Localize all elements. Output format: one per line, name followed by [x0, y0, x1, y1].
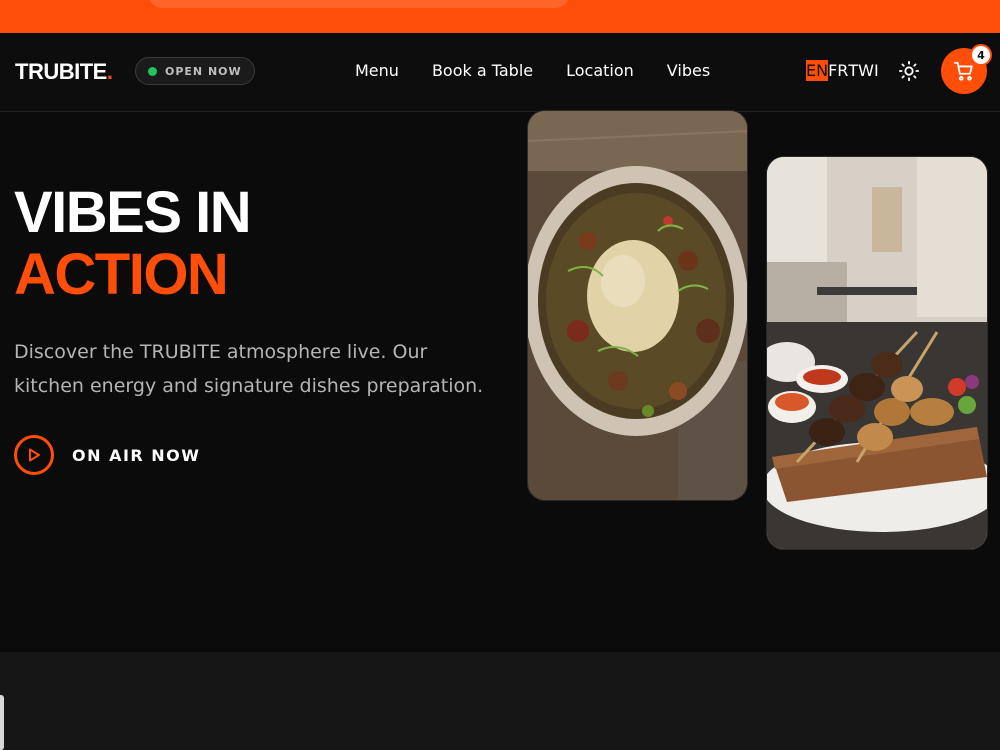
banner-pill	[148, 0, 570, 8]
top-navigation: TRUBITE. OPEN NOW Menu Book a Table Loca…	[0, 33, 1000, 112]
food-image-soup-bowl	[527, 110, 748, 501]
promo-banner	[0, 0, 1000, 33]
brand-name: TRUBITE	[15, 59, 107, 84]
on-air-label: ON AIR NOW	[72, 445, 201, 465]
skewers-illustration	[767, 157, 987, 549]
language-option-en[interactable]: EN	[806, 60, 829, 81]
status-dot-icon	[148, 66, 157, 76]
hero-title-line1: VIBES IN	[14, 180, 252, 245]
nav-link-book-table[interactable]: Book a Table	[432, 61, 533, 80]
nav-link-location[interactable]: Location	[566, 61, 634, 80]
open-status-badge: OPEN NOW	[135, 57, 255, 85]
soup-bowl-illustration	[528, 111, 747, 500]
next-section	[0, 652, 1000, 750]
scroll-handle[interactable]	[0, 695, 4, 750]
food-image-skewers	[766, 156, 988, 550]
language-switcher: EN FR TWI	[806, 60, 879, 81]
language-option-twi[interactable]: TWI	[848, 60, 878, 81]
hero-description: Discover the TRUBITE atmosphere live. Ou…	[14, 341, 484, 397]
brand-logo[interactable]: TRUBITE.	[15, 59, 113, 85]
cart-icon	[953, 61, 973, 81]
sun-icon[interactable]	[898, 60, 920, 82]
cart-count-badge: 4	[970, 44, 992, 66]
brand-dot: .	[106, 59, 113, 84]
hero-title: VIBES IN ACTION	[14, 180, 252, 307]
play-icon	[29, 448, 40, 462]
play-button-ring	[14, 435, 54, 475]
status-label: OPEN NOW	[165, 64, 242, 78]
on-air-button[interactable]: ON AIR NOW	[14, 435, 200, 475]
nav-link-menu[interactable]: Menu	[355, 61, 399, 80]
hero-title-line2: ACTION	[14, 242, 229, 307]
language-option-fr[interactable]: FR	[828, 60, 848, 81]
nav-link-vibes[interactable]: Vibes	[667, 61, 710, 80]
main-nav: Menu Book a Table Location Vibes	[355, 61, 710, 80]
